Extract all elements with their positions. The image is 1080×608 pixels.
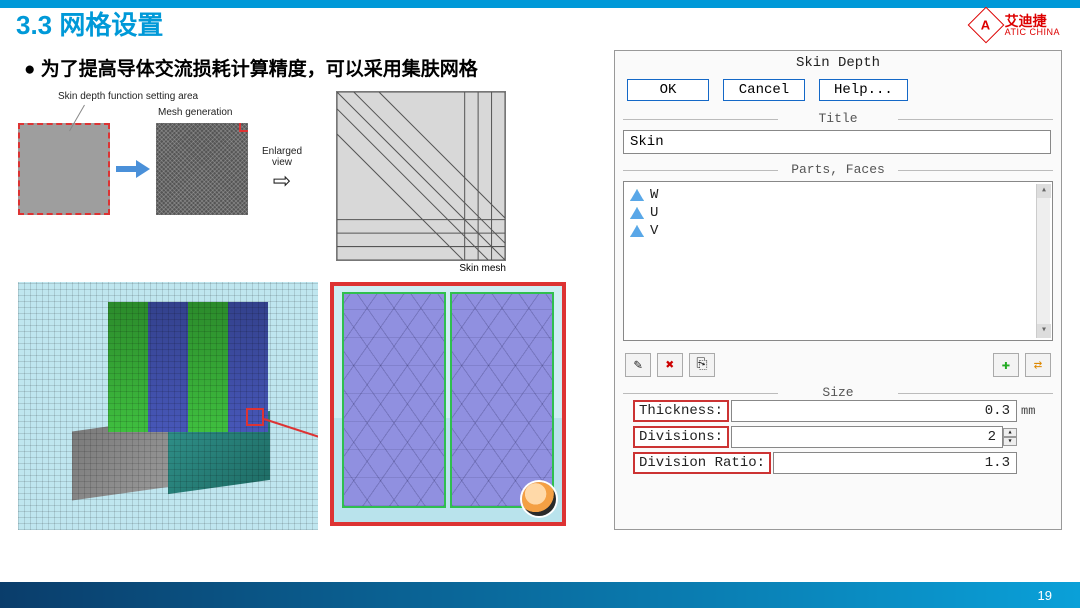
add-button[interactable]: ✚ bbox=[993, 353, 1019, 377]
arrow-right-icon bbox=[116, 160, 150, 178]
part-icon bbox=[630, 207, 644, 219]
skin-depth-dialog: Skin Depth OK Cancel Help... Title Parts… bbox=[614, 50, 1062, 530]
divisions-label: Divisions: bbox=[633, 426, 729, 448]
thickness-label: Thickness: bbox=[633, 400, 729, 422]
scroll-up-icon[interactable]: ▴ bbox=[1037, 184, 1051, 198]
ok-button[interactable]: OK bbox=[627, 79, 709, 101]
thickness-input[interactable]: 0.3 bbox=[731, 400, 1017, 422]
thickness-unit: mm bbox=[1017, 404, 1043, 418]
logo-mark-icon: A bbox=[967, 7, 1004, 44]
title-input[interactable] bbox=[623, 130, 1051, 154]
part-icon bbox=[630, 189, 644, 201]
avatar-icon bbox=[522, 482, 556, 516]
highlight-box bbox=[239, 123, 248, 132]
part-icon bbox=[630, 225, 644, 237]
scroll-down-icon[interactable]: ▾ bbox=[1037, 324, 1051, 338]
scrollbar[interactable]: ▴▾ bbox=[1036, 184, 1050, 338]
bullet-text: 为了提高导体交流损耗计算精度，可以采用集肤网格 bbox=[24, 54, 600, 81]
skin-depth-schematic: Skin depth function setting area Mesh ge… bbox=[18, 91, 328, 215]
title-legend: Title bbox=[623, 111, 1053, 126]
edit-button[interactable]: ✎ bbox=[625, 353, 651, 377]
delete-button[interactable]: ✖ bbox=[657, 353, 683, 377]
open-arrow-icon: ⇨ bbox=[273, 170, 291, 192]
divisions-input[interactable]: 2 bbox=[731, 426, 1003, 448]
list-item[interactable]: U bbox=[630, 204, 1046, 222]
parts-listbox[interactable]: W U V ▴▾ bbox=[623, 181, 1053, 341]
list-item[interactable]: V bbox=[630, 222, 1046, 240]
label-skin-mesh: Skin mesh bbox=[336, 263, 506, 274]
model-3d-view bbox=[18, 282, 318, 530]
cancel-button[interactable]: Cancel bbox=[723, 79, 805, 101]
logo-cn: 艾迪捷 bbox=[1005, 14, 1060, 28]
swap-button[interactable]: ⇄ bbox=[1025, 353, 1051, 377]
dialog-title: Skin Depth bbox=[615, 51, 1061, 77]
section-title: 3.3 网格设置 bbox=[16, 10, 163, 41]
page-number: 19 bbox=[1038, 588, 1052, 603]
region-square bbox=[18, 123, 110, 215]
logo-en: ATIC CHINA bbox=[1005, 28, 1060, 37]
ratio-label: Division Ratio: bbox=[633, 452, 771, 474]
zoom-mesh-view bbox=[330, 282, 566, 526]
parts-legend: Parts, Faces bbox=[623, 162, 1053, 177]
highlight-box-3d bbox=[246, 408, 264, 426]
help-button[interactable]: Help... bbox=[819, 79, 908, 101]
size-legend: Size bbox=[623, 385, 1053, 400]
ratio-input[interactable]: 1.3 bbox=[773, 452, 1017, 474]
label-skin-area: Skin depth function setting area bbox=[58, 91, 198, 102]
list-item[interactable]: W bbox=[630, 186, 1046, 204]
copy-button[interactable]: ⎘ bbox=[689, 353, 715, 377]
label-mesh-gen: Mesh generation bbox=[158, 107, 233, 118]
enlarged-mesh-view bbox=[336, 91, 506, 261]
brand-logo: A 艾迪捷 ATIC CHINA bbox=[973, 12, 1060, 38]
slide-footer: 19 bbox=[0, 582, 1080, 608]
meshed-square bbox=[156, 123, 248, 215]
divisions-stepper[interactable]: ▴▾ bbox=[1003, 428, 1017, 446]
label-enlarged: Enlarged view bbox=[254, 146, 310, 168]
